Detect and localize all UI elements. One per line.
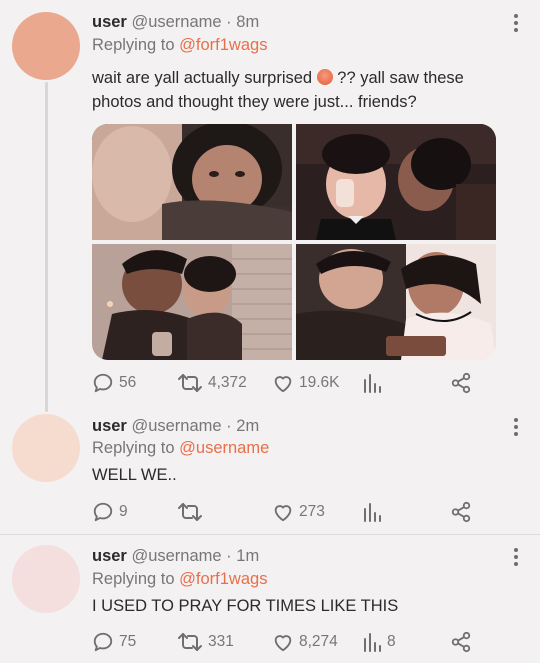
tweet-text: wait are yall actually surprised ?? yall… — [92, 66, 512, 114]
reply-icon — [93, 373, 113, 393]
separator-dot: · — [226, 417, 232, 435]
photo-4[interactable] — [296, 244, 496, 360]
avatar[interactable] — [12, 545, 80, 613]
replying-to-line: Replying to @forf1wags — [92, 35, 267, 55]
user-handle[interactable]: @username — [131, 13, 221, 31]
share-icon — [451, 631, 471, 653]
like-button[interactable]: 19.6K — [272, 371, 340, 395]
separator-dot: · — [226, 13, 232, 31]
share-icon — [451, 372, 471, 394]
photo-2[interactable] — [296, 124, 496, 240]
timestamp[interactable]: 8m — [236, 13, 259, 31]
views-button[interactable] — [362, 500, 387, 524]
tweet-actions: 75 331 8,274 8 — [92, 630, 478, 654]
tweet-actions: 9 273 — [92, 500, 478, 524]
more-options-icon[interactable] — [514, 14, 518, 32]
retweet-count: 4,372 — [208, 374, 247, 391]
views-button[interactable]: 8 — [362, 630, 396, 654]
timestamp[interactable]: 1m — [236, 547, 259, 565]
like-count: 19.6K — [299, 374, 340, 391]
tweet-text-start: wait are yall actually surprised — [92, 69, 313, 87]
retweet-icon — [178, 374, 202, 392]
retweet-button[interactable]: 4,372 — [177, 371, 247, 395]
tweet-text: I USED TO PRAY FOR TIMES LIKE THIS — [92, 597, 399, 615]
display-name[interactable]: user — [92, 547, 127, 565]
share-button[interactable] — [450, 371, 472, 395]
tweet-header: user @username · 8m — [92, 12, 259, 32]
replying-to-handle[interactable]: @forf1wags — [179, 570, 267, 588]
user-handle[interactable]: @username — [131, 547, 221, 565]
reply-button[interactable]: 9 — [92, 500, 128, 524]
photo-3[interactable] — [92, 244, 292, 360]
retweet-button[interactable]: 331 — [177, 630, 234, 654]
user-handle[interactable]: @username — [131, 417, 221, 435]
like-button[interactable]: 8,274 — [272, 630, 338, 654]
views-icon — [364, 633, 381, 652]
views-button[interactable] — [362, 371, 387, 395]
media-grid[interactable] — [92, 124, 496, 360]
timestamp[interactable]: 2m — [236, 417, 259, 435]
tweet-divider — [0, 534, 540, 535]
like-icon — [274, 505, 292, 522]
display-name[interactable]: user — [92, 417, 127, 435]
like-count: 273 — [299, 503, 325, 520]
views-count: 8 — [387, 633, 396, 650]
like-icon — [274, 635, 292, 652]
replying-to-handle[interactable]: @forf1wags — [179, 36, 267, 54]
retweet-button[interactable] — [177, 500, 208, 524]
like-count: 8,274 — [299, 633, 338, 650]
avatar[interactable] — [12, 12, 80, 80]
reply-count: 56 — [119, 374, 137, 391]
reply-button[interactable]: 75 — [92, 630, 136, 654]
share-button[interactable] — [450, 630, 472, 654]
reply-count: 75 — [119, 633, 137, 650]
share-icon — [451, 501, 471, 523]
tweet-actions: 56 4,372 19.6K — [92, 371, 478, 395]
replying-to-label: Replying to — [92, 570, 175, 588]
retweet-icon — [178, 503, 202, 521]
avatar[interactable] — [12, 414, 80, 482]
tweet-text: WELL WE.. — [92, 466, 177, 484]
replying-to-label: Replying to — [92, 439, 175, 457]
like-icon — [274, 376, 292, 393]
reply-icon — [93, 632, 113, 652]
display-name[interactable]: user — [92, 13, 127, 31]
thread-connector-line — [45, 82, 48, 412]
more-options-icon[interactable] — [514, 548, 518, 566]
reply-icon — [93, 502, 113, 522]
share-button[interactable] — [450, 500, 472, 524]
replying-to-line: Replying to @username — [92, 438, 269, 458]
separator-dot: · — [226, 547, 232, 565]
replying-to-handle[interactable]: @username — [179, 439, 269, 457]
like-button[interactable]: 273 — [272, 500, 325, 524]
retweet-count: 331 — [208, 633, 234, 650]
tweet-header: user @username · 1m — [92, 546, 259, 566]
replying-to-line: Replying to @forf1wags — [92, 569, 267, 589]
photo-1[interactable] — [92, 124, 292, 240]
reply-button[interactable]: 56 — [92, 371, 136, 395]
more-options-icon[interactable] — [514, 418, 518, 436]
emoji-hot-face-icon — [316, 69, 333, 85]
replying-to-label: Replying to — [92, 36, 175, 54]
retweet-icon — [178, 633, 202, 651]
views-icon — [364, 503, 381, 522]
views-icon — [364, 374, 381, 393]
tweet-header: user @username · 2m — [92, 416, 259, 436]
reply-count: 9 — [119, 503, 128, 520]
